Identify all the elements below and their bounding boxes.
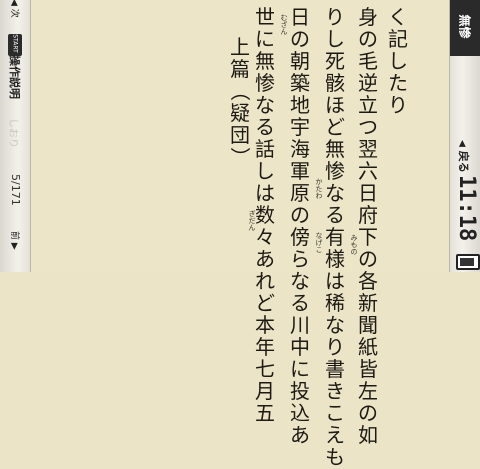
next-page-button[interactable]: 前 ▶ [8,231,22,275]
battery-icon [456,254,480,270]
page-text-area: 上篇（疑団）世に無惨なる話しは数々あれど本年七月五日の朝築地宇海軍原の傍らなる川… [31,0,449,468]
text-column: 世に無惨なる話しは数々あれど本年七月五 [255,5,275,425]
back-label: 戻る [457,150,470,173]
text-column: りし死骸ほど無惨なる有様は稀なり書きこえも [325,5,345,469]
ruby-annotation: みもの [350,234,358,255]
text-column: く記したり [388,5,408,117]
start-key-badge: START [8,34,22,56]
ruby-annotation: なげこ [315,232,323,253]
ruby-annotation: むざん [280,14,288,35]
title-tab: 無惨 [450,0,480,56]
help-menu-button[interactable]: 操作説明 [7,55,23,113]
left-toolbar: ◀ 次 START 操作説明 しおり 5/171 前 ▶ [0,0,31,272]
ruby-annotation: かたわ [315,178,323,199]
right-toolbar: 無惨 ◀ 戻る 11:18 [449,0,480,272]
text-column: 日の朝築地宇海軍原の傍らなる川中に投込あ [290,5,310,447]
bookmark-label[interactable]: しおり [7,118,22,172]
clock: 11:18 [454,175,479,242]
page-indicator: 5/171 [9,174,22,206]
back-arrow-icon: ◀ [457,140,467,147]
text-column: 上篇（疑団） [228,35,252,167]
ruby-annotation: ぎだん [248,210,256,231]
book-title: 無惨 [457,14,472,39]
text-column: 身の毛逆立つ翌六日府下の各新聞紙皆左の如 [358,5,378,447]
